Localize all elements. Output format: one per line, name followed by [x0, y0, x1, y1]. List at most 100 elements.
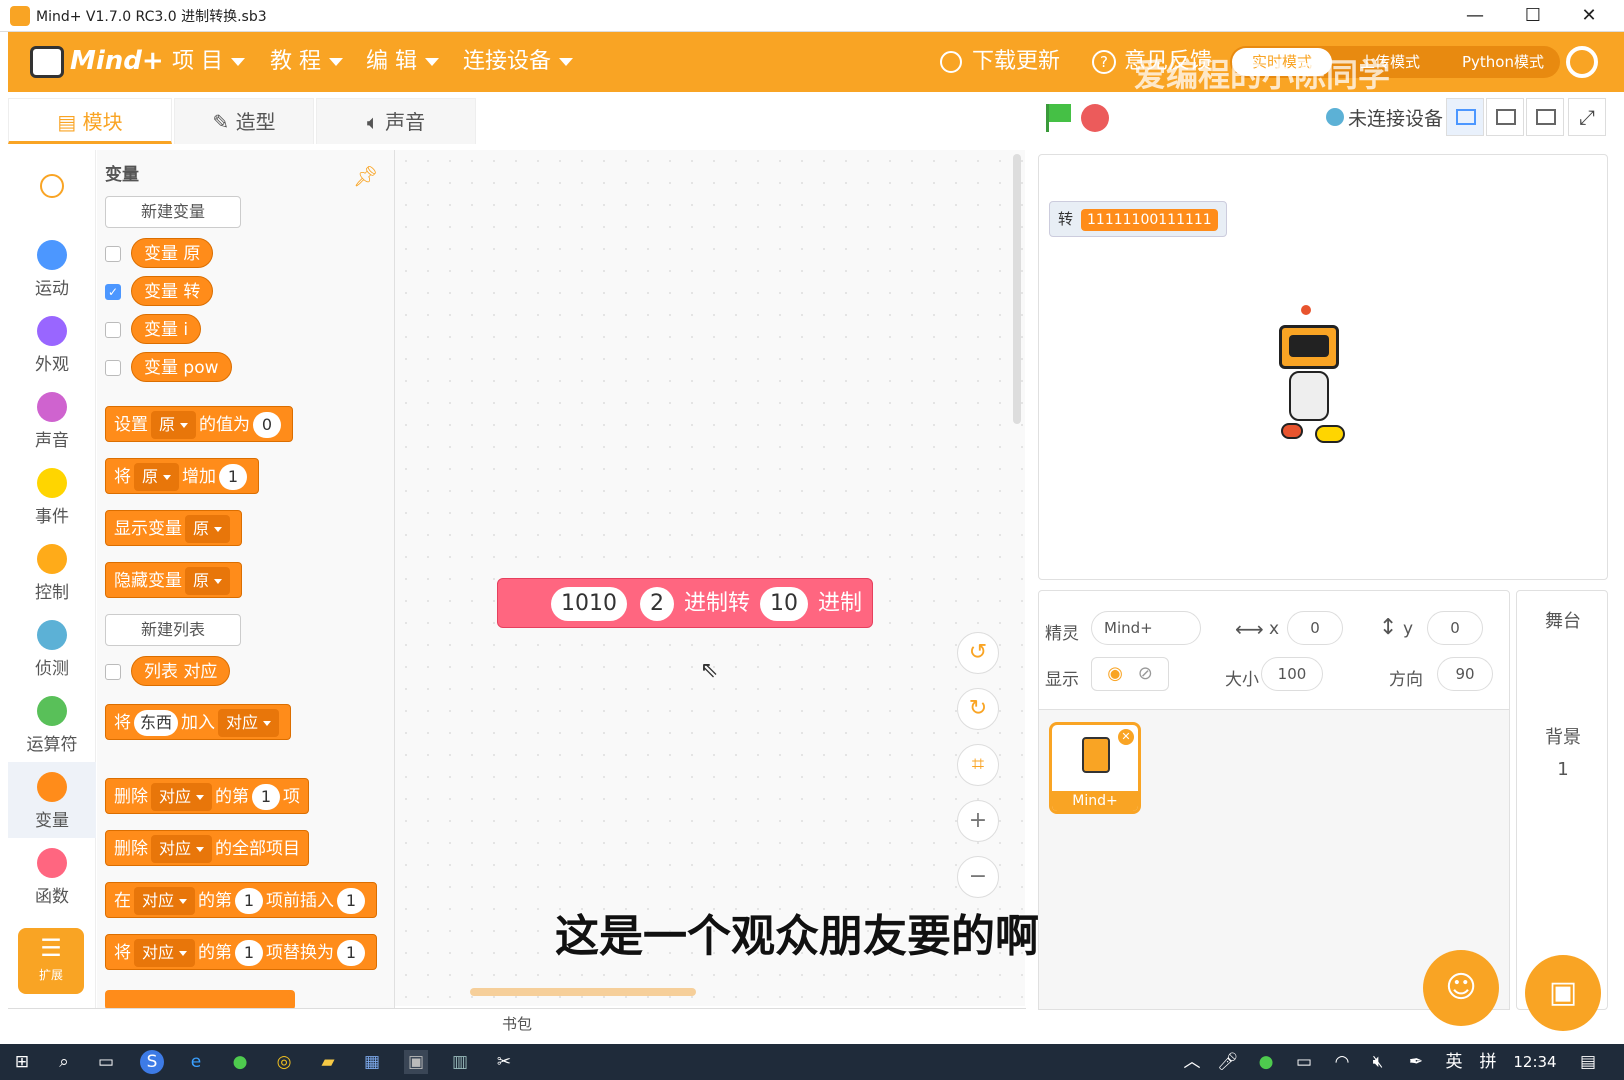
undo-icon[interactable]: ↺ — [957, 632, 999, 674]
size-input[interactable]: 100 — [1261, 657, 1323, 691]
category-variables[interactable]: 变量 — [8, 762, 96, 838]
mindplus-taskbar-icon[interactable]: ▣ — [404, 1050, 428, 1074]
small-stage-icon[interactable] — [1446, 98, 1484, 136]
menu-edit[interactable]: 编 辑 — [366, 46, 439, 78]
tray-up-icon[interactable]: ︿ — [1180, 1050, 1204, 1074]
category-operators[interactable]: 运算符 — [8, 686, 96, 762]
zoom-in-icon[interactable]: + — [957, 800, 999, 842]
pen-icon[interactable]: ✒ — [1404, 1050, 1428, 1074]
stage-only-icon[interactable] — [1526, 98, 1564, 136]
maximize-button[interactable]: ☐ — [1510, 2, 1556, 30]
checkbox-var-zhuan[interactable]: ✓ — [105, 284, 121, 300]
tab-costumes[interactable]: ✎ 造型 — [174, 98, 314, 144]
checkbox-list[interactable] — [105, 664, 121, 680]
sprite-thumbnail[interactable]: Mind+ ✕ — [1049, 722, 1141, 814]
redo-icon[interactable]: ↻ — [957, 688, 999, 730]
cleanup-icon[interactable]: ⌗ — [957, 744, 999, 786]
search-icon[interactable] — [40, 174, 64, 198]
eye-icon[interactable]: ◉ — [1107, 663, 1123, 684]
menu-tutorial[interactable]: 教 程 — [270, 46, 343, 78]
category-control[interactable]: 控制 — [8, 534, 96, 610]
ime-language[interactable]: 英 — [1442, 1050, 1466, 1074]
app-icon[interactable]: ▦ — [360, 1050, 384, 1074]
eye-slash-icon[interactable]: ⊘ — [1138, 663, 1153, 684]
category-looks[interactable]: 外观 — [8, 306, 96, 382]
category-sensing[interactable]: 侦测 — [8, 610, 96, 686]
capcut-icon[interactable]: ✂ — [492, 1050, 516, 1074]
mindplus-logo[interactable]: Mind+ — [30, 42, 164, 84]
green-flag-icon[interactable] — [1042, 102, 1072, 134]
stage-selector[interactable]: 舞台 背景 1 ▣ — [1516, 590, 1608, 1031]
variable-monitor[interactable]: 转 11111100111111 — [1049, 201, 1227, 237]
y-input[interactable]: 0 — [1427, 611, 1483, 645]
x-input[interactable]: 0 — [1287, 611, 1343, 645]
stop-icon[interactable] — [1081, 104, 1109, 132]
notification-icon[interactable]: ▤ — [1576, 1050, 1600, 1074]
category-functions[interactable]: 函数 — [8, 838, 96, 914]
tab-sounds[interactable]: 🔈︎ 声音 — [316, 98, 476, 144]
app-s-icon[interactable]: S — [140, 1050, 164, 1074]
new-variable-button[interactable]: 新建变量 — [105, 196, 241, 228]
add-to-list-block[interactable]: 将东西 加入 对应 — [105, 704, 292, 740]
replace-item-block[interactable]: 将对应 的第 1 项替换为 1 — [105, 934, 378, 970]
tab-blocks[interactable]: ▤ 模块 — [8, 98, 172, 144]
volume-icon[interactable]: 🔇︎ — [1366, 1050, 1390, 1074]
partial-block[interactable] — [105, 990, 295, 1010]
wifi-icon[interactable]: ◠ — [1330, 1050, 1354, 1074]
wechat-icon[interactable]: ● — [228, 1050, 252, 1074]
tray-app-icon[interactable]: ● — [1254, 1050, 1278, 1074]
battery-icon[interactable]: ▭ — [1292, 1050, 1316, 1074]
reporter-var-i[interactable]: 变量 i — [131, 314, 202, 344]
fullscreen-icon[interactable]: ⤢ — [1568, 98, 1606, 136]
checkbox-var-i[interactable] — [105, 322, 121, 338]
add-backdrop-icon[interactable]: ▣ — [1525, 955, 1601, 1031]
change-variable-block[interactable]: 将原增加 1 — [105, 458, 260, 494]
search-icon[interactable]: ⌕ — [52, 1050, 76, 1074]
stage-canvas[interactable]: 转 11111100111111 — [1038, 154, 1608, 580]
task-view-icon[interactable]: ▭ — [94, 1050, 118, 1074]
microphone-icon[interactable]: 🎤︎ — [1216, 1050, 1240, 1074]
calculator-icon[interactable]: ▥ — [448, 1050, 472, 1074]
minimize-button[interactable]: — — [1452, 2, 1498, 30]
add-sprite-icon[interactable]: ☺ — [1423, 950, 1499, 1026]
backpack-bar[interactable]: 书包 — [8, 1008, 1026, 1040]
windows-start-icon[interactable]: ⊞ — [10, 1050, 34, 1074]
category-sound[interactable]: 声音 — [8, 382, 96, 458]
base-convert-block[interactable]: 1010 2 进制转 10 进制 — [497, 578, 874, 628]
sprite-name-input[interactable]: Mind+ — [1091, 611, 1201, 645]
to-base[interactable]: 10 — [760, 587, 809, 621]
menu-connect-device[interactable]: 连接设备 — [463, 46, 574, 78]
horizontal-scrollbar[interactable] — [470, 988, 696, 996]
menu-project[interactable]: 项 目 — [172, 46, 245, 78]
ime-mode[interactable]: 拼 — [1476, 1050, 1500, 1074]
script-area[interactable]: 1010 2 进制转 10 进制 ⇖ ↺ ↻ ⌗ + − — [395, 150, 1025, 1006]
category-motion[interactable]: 运动 — [8, 230, 96, 306]
hide-variable-block[interactable]: 隐藏变量原 — [105, 562, 243, 598]
extension-button[interactable]: ☰ 扩展 — [18, 928, 84, 994]
chrome-icon[interactable]: ◎ — [272, 1050, 296, 1074]
reporter-list[interactable]: 列表 对应 — [131, 656, 231, 686]
delete-sprite-icon[interactable]: ✕ — [1118, 729, 1134, 745]
new-list-button[interactable]: 新建列表 — [105, 614, 241, 646]
mindplus-sprite[interactable] — [1271, 305, 1351, 445]
clock[interactable]: 12:34 — [1510, 1050, 1560, 1074]
reporter-var-yuan[interactable]: 变量 原 — [131, 238, 214, 268]
download-update-button[interactable]: 下载更新 — [940, 46, 1060, 78]
from-base[interactable]: 2 — [640, 587, 674, 621]
category-events[interactable]: 事件 — [8, 458, 96, 534]
direction-input[interactable]: 90 — [1437, 657, 1493, 691]
delete-item-block[interactable]: 删除 对应 的第 1 项 — [105, 778, 310, 814]
edge-icon[interactable]: e — [184, 1050, 208, 1074]
reporter-var-zhuan[interactable]: 变量 转 — [131, 276, 214, 306]
show-variable-block[interactable]: 显示变量原 — [105, 510, 243, 546]
large-stage-icon[interactable] — [1486, 98, 1524, 136]
zoom-out-icon[interactable]: − — [957, 856, 999, 898]
delete-all-block[interactable]: 删除 对应 的全部项目 — [105, 830, 310, 866]
checkbox-var-yuan[interactable] — [105, 246, 121, 262]
settings-gear-icon[interactable] — [1566, 46, 1598, 78]
folder-icon[interactable]: ▰ — [316, 1050, 340, 1074]
input-number[interactable]: 1010 — [551, 587, 627, 621]
insert-item-block[interactable]: 在对应 的第 1 项前插入 1 — [105, 882, 378, 918]
checkbox-var-pow[interactable] — [105, 360, 121, 376]
reporter-var-pow[interactable]: 变量 pow — [131, 352, 232, 382]
